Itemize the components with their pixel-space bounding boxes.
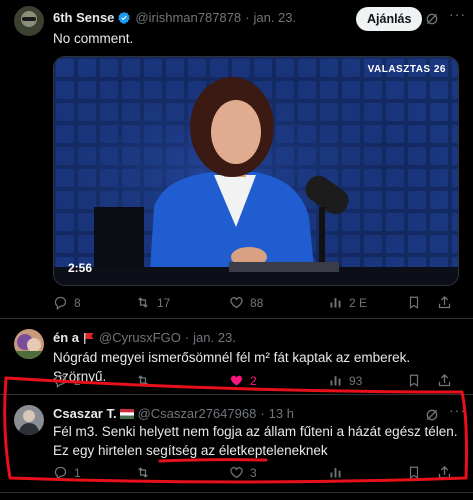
- author-handle[interactable]: @Csaszar27647968: [138, 406, 257, 421]
- share-button[interactable]: [437, 373, 452, 388]
- post-2[interactable]: én a @CyrusxFGO · jan. 23. Nógrád megyei…: [0, 319, 473, 392]
- share-button[interactable]: [437, 465, 452, 480]
- bookmark-button[interactable]: [407, 465, 437, 480]
- post-3[interactable]: Csaszar T. @Csaszar27647968 · 13 h ··· F…: [0, 395, 473, 485]
- grok-icon[interactable]: [424, 11, 440, 32]
- more-options-icon[interactable]: ···: [449, 402, 466, 418]
- views-button[interactable]: [328, 465, 407, 480]
- post-header: 6th Sense @irishman787878 · jan. 23.: [53, 10, 296, 25]
- reply-icon: [54, 466, 67, 480]
- avatar[interactable]: [14, 405, 44, 435]
- separator-dot: ·: [245, 10, 250, 25]
- bookmark-button[interactable]: [407, 373, 437, 388]
- video-watermark: VALASZTAS 26: [367, 64, 446, 75]
- post-actions: 1 3: [53, 465, 459, 480]
- reply-button[interactable]: 1: [53, 465, 135, 480]
- share-icon: [438, 465, 451, 479]
- author-handle[interactable]: @CyrusxFGO: [99, 330, 181, 345]
- more-options-icon[interactable]: ···: [449, 6, 466, 22]
- view-count: 93: [349, 373, 363, 388]
- view-count: 2 E: [349, 295, 368, 310]
- repost-button[interactable]: [135, 465, 229, 480]
- author-name[interactable]: 6th Sense: [53, 10, 114, 25]
- reply-icon: [54, 296, 67, 310]
- post-actions: 2 2 93: [53, 373, 459, 388]
- separator-dot: ·: [260, 406, 265, 421]
- post-actions: 8 17 88 2 E: [53, 295, 459, 310]
- separator-dot: ·: [184, 330, 190, 345]
- like-button[interactable]: 3: [229, 465, 328, 480]
- avatar[interactable]: [14, 329, 44, 359]
- like-count: 88: [250, 295, 264, 310]
- repost-icon: [138, 467, 148, 478]
- red-flag-icon: [83, 332, 95, 344]
- timestamp[interactable]: jan. 23.: [253, 10, 296, 25]
- heart-icon: [230, 297, 243, 309]
- repost-count: 17: [157, 295, 171, 310]
- like-count: 3: [250, 465, 257, 480]
- divider: [0, 492, 473, 493]
- like-button[interactable]: 88: [229, 295, 328, 310]
- video-frame: [54, 57, 458, 285]
- heart-filled-icon: [230, 375, 243, 386]
- share-icon: [438, 373, 451, 387]
- reply-button[interactable]: 8: [53, 295, 135, 310]
- reply-count: 2: [74, 373, 81, 388]
- video-duration: 2:56: [68, 261, 93, 275]
- post-header: én a @CyrusxFGO · jan. 23.: [53, 330, 236, 345]
- share-icon: [438, 295, 451, 309]
- verified-badge-icon: [117, 11, 131, 25]
- repost-icon: [138, 375, 148, 386]
- author-name[interactable]: én a: [53, 330, 79, 345]
- bookmark-icon: [409, 374, 419, 387]
- author-handle[interactable]: @irishman787878: [135, 10, 241, 25]
- post-text: No comment.: [53, 31, 134, 46]
- like-count: 2: [250, 373, 257, 388]
- post-text: Fél m3. Senki helyett nem fogja az állam…: [53, 424, 458, 458]
- bookmark-icon: [409, 466, 419, 479]
- reply-count: 1: [74, 465, 81, 480]
- author-name[interactable]: Csaszar T.: [53, 406, 117, 421]
- bookmark-button[interactable]: [407, 295, 437, 310]
- repost-button[interactable]: 17: [135, 295, 229, 310]
- like-button[interactable]: 2: [229, 373, 328, 388]
- views-button[interactable]: 2 E: [328, 295, 407, 310]
- reply-icon: [54, 374, 67, 388]
- post-1[interactable]: 6th Sense @irishman787878 · jan. 23. Ajá…: [0, 0, 473, 310]
- views-icon: [330, 298, 341, 308]
- timestamp[interactable]: 13 h: [269, 406, 294, 421]
- repost-button[interactable]: [135, 373, 229, 388]
- share-button[interactable]: [437, 295, 452, 310]
- reply-button[interactable]: 2: [53, 373, 135, 388]
- hungarian-flag-icon: [119, 408, 134, 419]
- recommend-button[interactable]: Ajánlás: [356, 7, 423, 31]
- timestamp[interactable]: jan. 23.: [193, 330, 236, 345]
- views-icon: [330, 468, 341, 478]
- heart-icon: [230, 467, 243, 479]
- post-header: Csaszar T. @Csaszar27647968 · 13 h: [53, 406, 294, 421]
- repost-icon: [138, 297, 148, 308]
- views-button[interactable]: 93: [328, 373, 407, 388]
- reply-count: 8: [74, 295, 81, 310]
- video-player[interactable]: VALASZTAS 26 2:56: [53, 56, 459, 286]
- bookmark-icon: [409, 296, 419, 309]
- views-icon: [330, 376, 341, 386]
- avatar[interactable]: [14, 6, 44, 36]
